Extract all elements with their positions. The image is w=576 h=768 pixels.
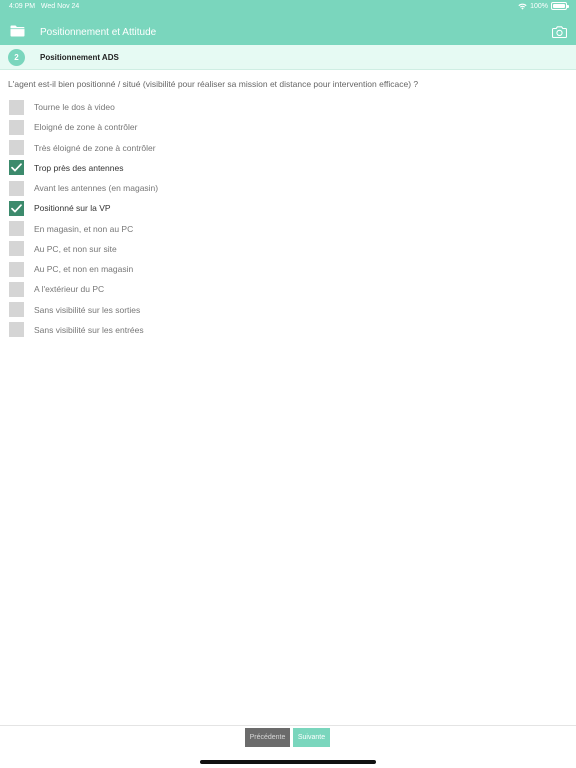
page-title: Positionnement et Attitude	[40, 27, 157, 38]
checkbox-checked[interactable]	[9, 160, 24, 176]
option-label: Très éloigné de zone à contrôler	[34, 142, 156, 153]
option-label: Tourne le dos à video	[34, 102, 115, 113]
checkbox-option[interactable]: Sans visibilité sur les sorties	[9, 300, 549, 320]
checkbox-unchecked[interactable]	[9, 180, 24, 196]
checkbox-option[interactable]: Eloigné de zone à contrôler	[9, 117, 549, 137]
status-bar: 4:09 PM Wed Nov 24 100%	[0, 0, 576, 14]
battery-icon	[551, 2, 569, 10]
step-number-badge: 2	[8, 49, 25, 66]
status-right: 100%	[518, 2, 569, 10]
option-label: Avant les antennes (en magasin)	[34, 183, 159, 194]
checkbox-option[interactable]: Tourne le dos à video	[9, 97, 549, 117]
section-title: Positionnement ADS	[40, 53, 119, 62]
section-header: 2 Positionnement ADS	[0, 45, 576, 70]
question-text: L'agent est-il bien positionné / situé (…	[8, 79, 419, 89]
nav-bar: Positionnement et Attitude	[0, 18, 576, 45]
option-label: Eloigné de zone à contrôler	[34, 122, 138, 133]
checkbox-option[interactable]: A l'extérieur du PC	[9, 279, 549, 299]
checkbox-unchecked[interactable]	[9, 261, 24, 277]
checkbox-option[interactable]: Trop près des antennes	[9, 158, 549, 178]
checkbox-unchecked[interactable]	[9, 281, 24, 297]
app-header: 4:09 PM Wed Nov 24 100% Positionnement e…	[0, 0, 576, 45]
option-label: Trop près des antennes	[34, 162, 124, 173]
camera-button[interactable]	[550, 23, 568, 41]
option-label: Au PC, et non en magasin	[34, 264, 134, 275]
checkbox-option[interactable]: Sans visibilité sur les entrées	[9, 320, 549, 340]
checkbox-unchecked[interactable]	[9, 140, 24, 156]
checkbox-option[interactable]: En magasin, et non au PC	[9, 219, 549, 239]
option-label: En magasin, et non au PC	[34, 223, 134, 234]
folder-icon	[10, 25, 24, 37]
status-date-text: Wed Nov 24	[40, 3, 80, 10]
checkbox-option[interactable]: Très éloigné de zone à contrôler	[9, 138, 549, 158]
checkmark-icon	[11, 163, 22, 172]
checkbox-unchecked[interactable]	[9, 119, 24, 135]
battery-percent: 100%	[530, 2, 548, 10]
options-list: Tourne le dos à video Eloigné de zone à c…	[9, 97, 549, 340]
checkbox-unchecked[interactable]	[9, 322, 24, 338]
checkbox-unchecked[interactable]	[9, 221, 24, 237]
option-label: A l'extérieur du PC	[34, 284, 105, 295]
folder-button[interactable]	[8, 22, 26, 40]
wifi-icon	[518, 3, 527, 10]
camera-icon	[551, 26, 567, 38]
checkbox-option[interactable]: Au PC, et non en magasin	[9, 259, 549, 279]
checkbox-unchecked[interactable]	[9, 99, 24, 115]
home-indicator	[200, 760, 376, 764]
status-time: 4:09 PM Wed Nov 24	[9, 3, 79, 10]
checkbox-option[interactable]: Positionné sur la VP	[9, 198, 549, 218]
checkmark-icon	[11, 204, 22, 213]
checkbox-option[interactable]: Avant les antennes (en magasin)	[9, 178, 549, 198]
option-label: Sans visibilité sur les entrées	[34, 324, 144, 335]
next-button[interactable]: Suivante	[293, 728, 330, 747]
checkbox-unchecked[interactable]	[9, 241, 24, 257]
checkbox-option[interactable]: Au PC, et non sur site	[9, 239, 549, 259]
status-time-text: 4:09 PM	[9, 3, 36, 10]
option-label: Sans visibilité sur les sorties	[34, 304, 141, 315]
checkbox-unchecked[interactable]	[9, 302, 24, 318]
checkbox-checked[interactable]	[9, 200, 24, 216]
previous-button[interactable]: Précédente	[245, 728, 290, 747]
option-label: Au PC, et non sur site	[34, 243, 117, 254]
footer-divider	[0, 725, 576, 726]
option-label: Positionné sur la VP	[34, 203, 111, 214]
